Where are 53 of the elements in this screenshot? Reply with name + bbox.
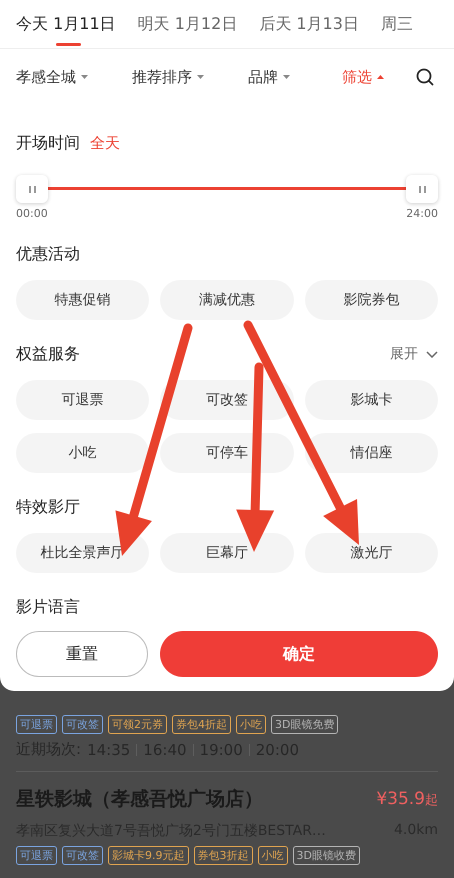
tag: 小吃	[236, 715, 266, 734]
time-label: 00:00	[16, 207, 48, 220]
date-tab[interactable]: 今天 1月11日	[16, 0, 116, 48]
reset-button[interactable]: 重置	[16, 631, 148, 677]
slider-handle[interactable]	[406, 175, 438, 203]
filter-chip[interactable]: 影城卡	[304, 380, 438, 420]
filter-chip[interactable]: 可退票	[16, 380, 150, 420]
date-tab[interactable]: 周三	[380, 0, 413, 48]
caret-icon	[81, 74, 88, 80]
caret-icon	[283, 74, 290, 80]
filter-chip[interactable]: 巨幕厅	[160, 533, 294, 573]
grip-icon	[28, 186, 36, 192]
section-title: 优惠活动	[16, 244, 80, 264]
price: ¥35.9起	[376, 789, 438, 809]
time-value: 全天	[90, 134, 120, 152]
confirm-button[interactable]: 确定	[160, 631, 438, 677]
filter-chip[interactable]: 可停车	[160, 433, 294, 473]
section-title: 权益服务	[16, 344, 80, 364]
tag: 可退票	[16, 846, 57, 865]
range-slider[interactable]	[16, 175, 438, 203]
tag: 可改签	[62, 715, 103, 734]
tag: 可退票	[16, 715, 57, 734]
filter-dropdown[interactable]: 品牌	[248, 68, 290, 86]
filter-dropdown[interactable]: 筛选	[342, 68, 384, 86]
section-title: 影片语言	[16, 596, 80, 618]
expand-toggle[interactable]: 展开	[390, 345, 438, 363]
tag: 券包4折起	[172, 715, 231, 734]
caret-icon	[197, 74, 204, 80]
tag: 券包3折起	[194, 846, 252, 865]
date-tab[interactable]: 后天 1月13日	[259, 0, 359, 48]
tag: 可改签	[62, 846, 103, 865]
search-icon[interactable]	[416, 68, 434, 86]
tag: 3D眼镜收费	[292, 846, 360, 865]
filter-dropdown[interactable]: 推荐排序	[132, 68, 204, 86]
filter-chip[interactable]: 激光厅	[304, 533, 438, 573]
grip-icon	[418, 186, 426, 192]
filter-chip[interactable]: 满减优惠	[160, 280, 294, 320]
date-tab[interactable]: 明天 1月12日	[138, 0, 238, 48]
chevron-down-icon	[426, 350, 438, 358]
filter-dropdown[interactable]: 孝感全城	[16, 68, 88, 86]
section-title: 特效影厅	[16, 496, 80, 518]
filter-chip[interactable]: 情侣座	[304, 433, 438, 473]
tag: 小吃	[258, 846, 288, 865]
caret-icon	[377, 74, 384, 80]
tag: 可领2元券	[108, 715, 167, 734]
slider-handle[interactable]	[16, 175, 48, 203]
section-title: 开场时间	[16, 132, 80, 154]
tag: 3D眼镜免费	[271, 715, 338, 734]
time-label: 24:00	[406, 207, 438, 220]
tag: 影城卡9.9元起	[108, 846, 188, 865]
filter-chip[interactable]: 影院券包	[304, 280, 438, 320]
filter-chip[interactable]: 小吃	[16, 433, 150, 473]
filter-chip[interactable]: 特惠促销	[16, 280, 150, 320]
